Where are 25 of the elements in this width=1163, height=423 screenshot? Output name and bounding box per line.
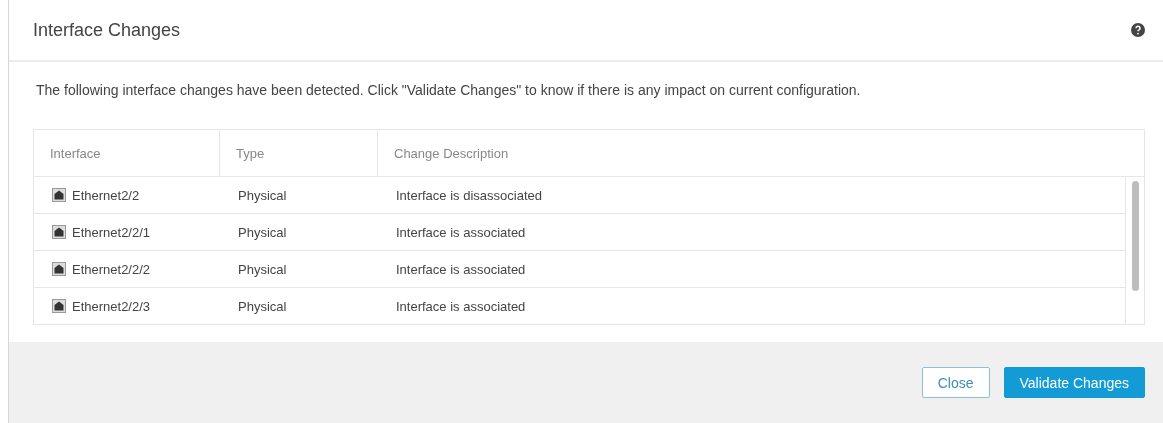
close-button[interactable]: Close	[921, 367, 990, 398]
interface-name: Ethernet2/2/1	[72, 224, 151, 240]
table-cell-text: Interface is associated	[395, 297, 527, 316]
column-header: Change Description	[393, 144, 510, 163]
interface-name: Ethernet2/2	[72, 187, 140, 203]
table-cell-text: Interface is disassociated	[395, 186, 543, 205]
port-icon	[52, 225, 66, 239]
table-cell-text: Physical	[237, 186, 288, 205]
interface-name: Ethernet2/2/2	[72, 261, 151, 277]
interface-name: Ethernet2/2/3	[72, 298, 151, 314]
port-icon	[52, 262, 66, 276]
column-header: Interface	[34, 130, 220, 176]
port-icon	[52, 299, 66, 313]
port-icon	[52, 188, 66, 202]
table-cell-text: Physical	[237, 260, 288, 279]
description-text: The following interface changes have been detected. Click "Validate Changes" to know if there is any impact on current configuration.	[36, 82, 862, 98]
table-cell-text: Interface is associated	[395, 260, 527, 279]
help-icon[interactable]	[1131, 23, 1145, 37]
dialog-title: Interface Changes	[33, 19, 181, 41]
table-cell-text: Interface is associated	[395, 223, 527, 242]
scrollbar-thumb[interactable]	[1131, 181, 1139, 291]
table-cell-text: Physical	[237, 223, 288, 242]
table-cell-text: Physical	[237, 297, 288, 316]
validate-button[interactable]: Validate Changes	[1003, 367, 1145, 398]
column-header: Type	[220, 130, 378, 176]
